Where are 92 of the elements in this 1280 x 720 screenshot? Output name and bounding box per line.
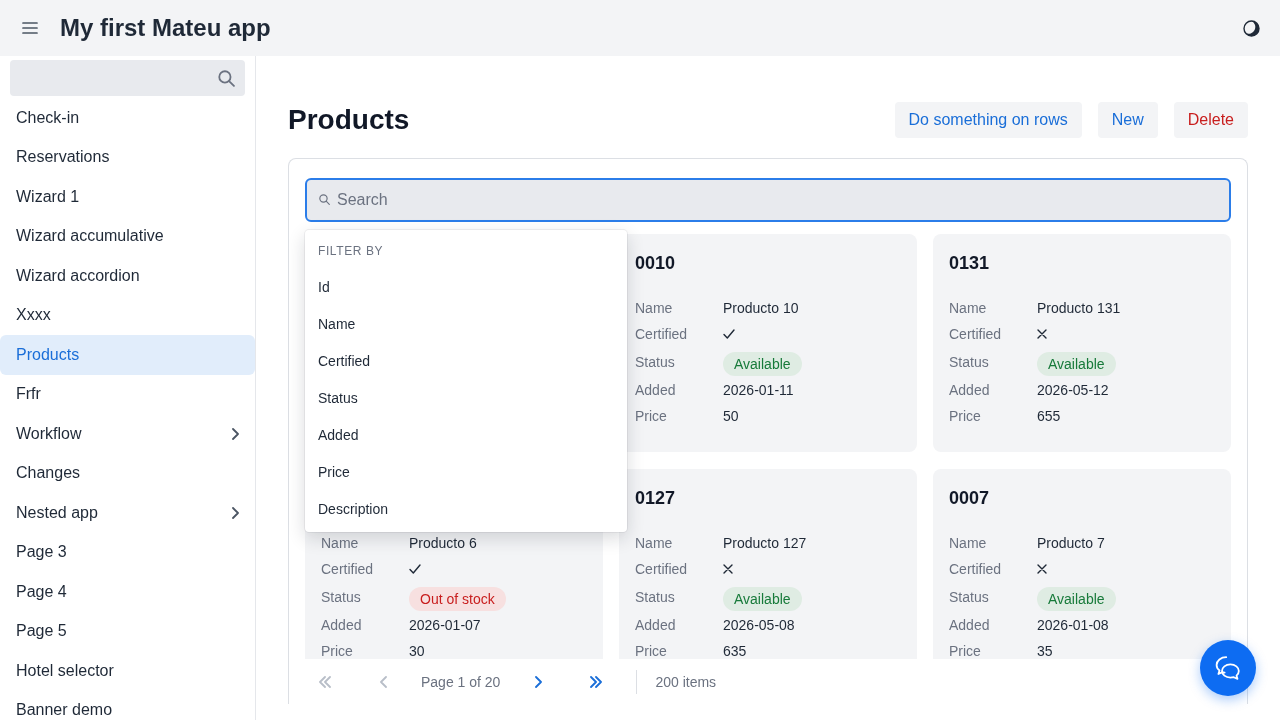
field-label: Certified xyxy=(321,561,375,577)
field-value: Producto 10 xyxy=(723,300,800,316)
field-label: Name xyxy=(949,300,988,316)
sidebar-item[interactable]: Check-in xyxy=(0,98,255,138)
sidebar-item[interactable]: Workflow xyxy=(0,414,255,454)
field-value: Producto 127 xyxy=(723,535,808,551)
field-label: Added xyxy=(949,382,991,398)
field-value: 30 xyxy=(409,643,426,659)
field-label: Price xyxy=(949,408,982,424)
menu-button[interactable] xyxy=(22,22,38,34)
field-label: Status xyxy=(635,354,676,370)
menu-heading: FILTER BY xyxy=(317,243,385,260)
field-label: Name xyxy=(635,300,674,316)
field-label: Certified xyxy=(949,561,1003,577)
page-indicator: Page 1 of 20 xyxy=(421,673,501,690)
field-value: 2026-01-08 xyxy=(1037,617,1110,633)
sidebar-item[interactable]: Hotel selector xyxy=(0,651,255,691)
chat-bubbles-icon xyxy=(1215,656,1241,680)
search-icon xyxy=(319,194,330,205)
field-label: Name xyxy=(321,535,360,551)
action-button[interactable]: Delete xyxy=(1173,102,1248,138)
field-label: Added xyxy=(635,617,677,633)
field-label: Added xyxy=(635,382,677,398)
filter-option[interactable]: Description xyxy=(305,490,627,527)
filter-option[interactable]: Name xyxy=(305,305,627,342)
sidebar-item[interactable]: Wizard accordion xyxy=(0,256,255,296)
field-label: Name xyxy=(635,535,674,551)
sidebar-item[interactable]: Page 4 xyxy=(0,572,255,612)
filter-option[interactable]: Status xyxy=(305,379,627,416)
field-value: Producto 7 xyxy=(1037,535,1106,551)
sidebar-item[interactable]: Nested app xyxy=(0,493,255,533)
sidebar-search-field[interactable] xyxy=(10,60,245,96)
filter-option[interactable]: Added xyxy=(305,416,627,453)
field-value: 2026-01-11 xyxy=(723,382,795,398)
page-title: Products xyxy=(288,103,410,137)
field-label: Name xyxy=(949,535,988,551)
field-value: Producto 6 xyxy=(409,535,478,551)
sidebar-item[interactable]: Wizard 1 xyxy=(0,177,255,217)
menu-icon xyxy=(22,22,38,34)
field-label: Price xyxy=(635,643,668,659)
chevron-right-icon xyxy=(232,506,239,519)
field-label: Status xyxy=(635,589,676,605)
status-badge: Available xyxy=(723,586,802,611)
card-title: 0131 xyxy=(949,252,991,275)
field-label: Added xyxy=(321,617,363,633)
field-label: Price xyxy=(949,643,982,659)
field-value: 2026-01-07 xyxy=(409,617,482,633)
field-value: 655 xyxy=(1037,408,1062,424)
status-badge: Out of stock xyxy=(409,586,506,611)
sidebar-item[interactable]: Reservations xyxy=(0,137,255,177)
chevron-right-icon xyxy=(232,427,239,440)
card-title: 0010 xyxy=(635,252,677,275)
item-count: 200 items xyxy=(655,673,717,690)
status-badge: Available xyxy=(1037,586,1116,611)
theme-toggle-button[interactable] xyxy=(1243,19,1260,37)
field-label: Status xyxy=(321,589,362,605)
field-value: 35 xyxy=(1037,643,1054,659)
search-icon xyxy=(218,69,235,87)
sidebar-item[interactable]: Changes xyxy=(0,453,255,493)
field-label: Certified xyxy=(949,326,1003,342)
sidebar-item[interactable]: Products xyxy=(0,335,255,375)
field-label: Certified xyxy=(635,326,689,342)
field-label: Status xyxy=(949,589,990,605)
field-value: 635 xyxy=(723,643,748,659)
status-badge: Available xyxy=(1037,351,1116,376)
sidebar-item[interactable]: Wizard accumulative xyxy=(0,216,255,256)
action-button[interactable]: New xyxy=(1097,102,1158,138)
field-label: Added xyxy=(949,617,991,633)
field-value: 50 xyxy=(723,408,740,424)
search-field[interactable]: Search xyxy=(305,178,1231,222)
status-badge: Available xyxy=(723,351,802,376)
field-value: 2026-05-08 xyxy=(723,617,796,633)
field-label: Price xyxy=(321,643,354,659)
filter-option[interactable]: Certified xyxy=(305,342,627,379)
card-title: 0007 xyxy=(949,487,991,510)
sidebar-item[interactable]: Banner demo xyxy=(0,690,255,720)
app-title: My first Mateu app xyxy=(60,13,272,43)
sidebar-item[interactable]: Page 3 xyxy=(0,532,255,572)
field-value: Producto 131 xyxy=(1037,300,1122,316)
contrast-icon xyxy=(1243,19,1260,37)
action-button[interactable]: Do something on rows xyxy=(894,102,1082,138)
filter-option[interactable]: Price xyxy=(305,453,627,490)
filter-option[interactable]: Id xyxy=(305,268,627,305)
field-label: Status xyxy=(949,354,990,370)
sidebar-item[interactable]: Frfr xyxy=(0,374,255,414)
field-label: Certified xyxy=(635,561,689,577)
field-label: Price xyxy=(635,408,668,424)
field-value: 2026-05-12 xyxy=(1037,382,1110,398)
card-title: 0127 xyxy=(635,487,677,510)
sidebar-item[interactable]: Page 5 xyxy=(0,611,255,651)
chat-button[interactable] xyxy=(1200,640,1256,696)
sidebar-item[interactable]: Xxxx xyxy=(0,295,255,335)
